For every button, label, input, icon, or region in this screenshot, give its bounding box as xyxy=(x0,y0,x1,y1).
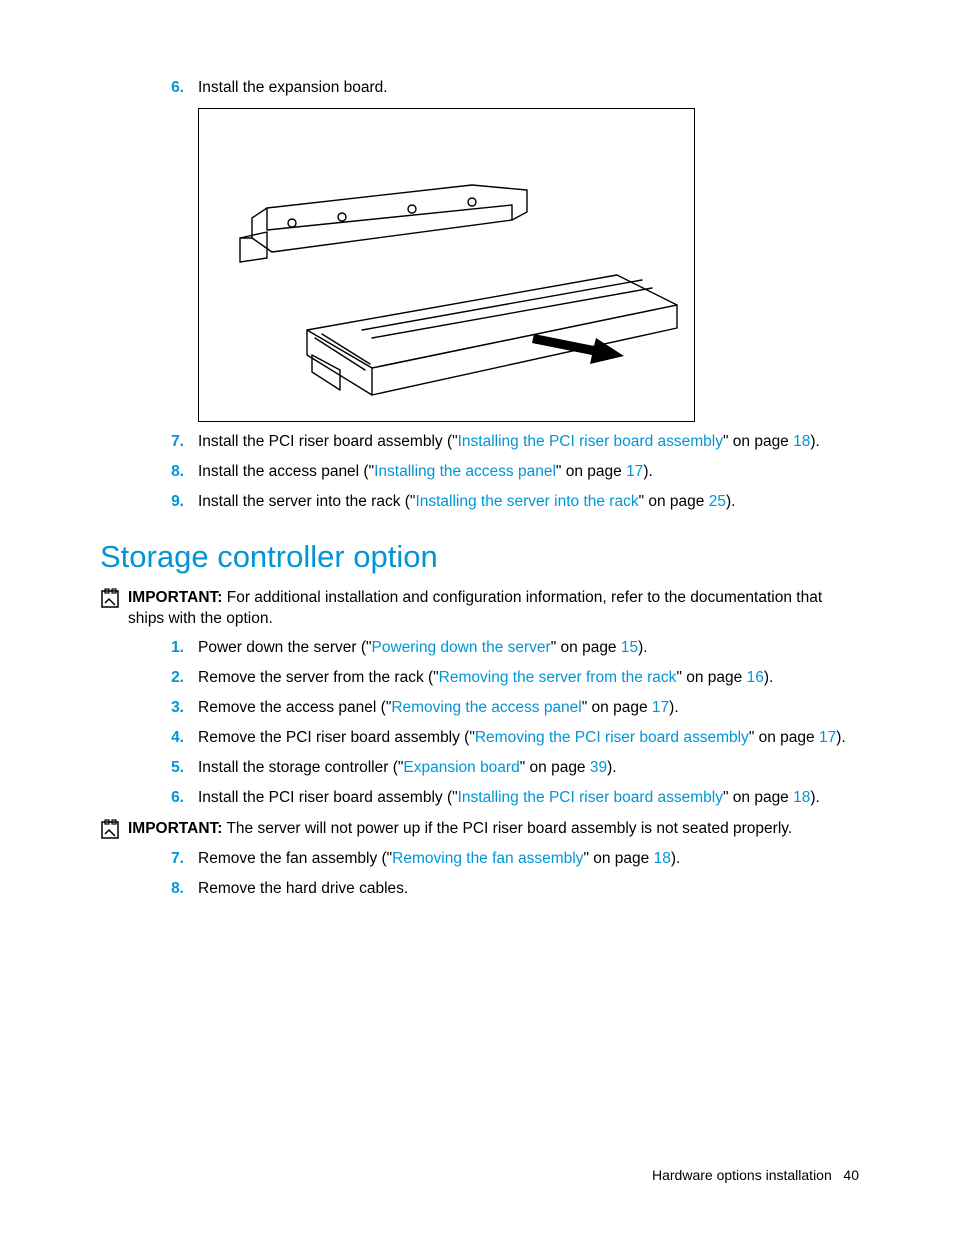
list-text: Install the PCI riser board assembly ("I… xyxy=(198,788,859,809)
cross-reference-link[interactable]: Removing the PCI riser board assembly xyxy=(475,729,749,746)
page-reference-link[interactable]: 18 xyxy=(793,789,810,806)
ordered-list-mid: 7. Install the PCI riser board assembly … xyxy=(146,432,859,513)
list-number: 8. xyxy=(146,879,198,900)
list-number: 4. xyxy=(146,728,198,749)
cross-reference-link[interactable]: Powering down the server xyxy=(372,639,551,656)
list-item: 9. Install the server into the rack ("In… xyxy=(146,492,859,513)
section-heading: Storage controller option xyxy=(100,539,859,575)
list-text: Power down the server ("Powering down th… xyxy=(198,638,859,659)
list-text: Install the expansion board. xyxy=(198,78,859,99)
page-reference-link[interactable]: 18 xyxy=(654,850,671,867)
page-reference-link[interactable]: 39 xyxy=(590,759,607,776)
list-number: 7. xyxy=(146,849,198,870)
list-item: 7. Install the PCI riser board assembly … xyxy=(146,432,859,453)
list-number: 6. xyxy=(146,788,198,809)
expansion-board-figure xyxy=(198,108,695,422)
page-reference-link[interactable]: 15 xyxy=(621,639,638,656)
list-item: 8. Install the access panel ("Installing… xyxy=(146,462,859,483)
list-item: 4. Remove the PCI riser board assembly (… xyxy=(146,728,859,749)
list-item: 8. Remove the hard drive cables. xyxy=(146,879,859,900)
cross-reference-link[interactable]: Installing the PCI riser board assembly xyxy=(458,789,723,806)
list-item: 6. Install the PCI riser board assembly … xyxy=(146,788,859,809)
list-item: 5. Install the storage controller ("Expa… xyxy=(146,758,859,779)
page-reference-link[interactable]: 17 xyxy=(819,729,836,746)
cross-reference-link[interactable]: Removing the server from the rack xyxy=(439,669,677,686)
list-number: 1. xyxy=(146,638,198,659)
list-number: 7. xyxy=(146,432,198,453)
cross-reference-link[interactable]: Installing the PCI riser board assembly xyxy=(458,433,723,450)
footer-section: Hardware options installation xyxy=(652,1167,832,1183)
document-page: 6. Install the expansion board. xyxy=(0,0,954,1235)
footer-page-number: 40 xyxy=(843,1167,859,1183)
list-text: Remove the hard drive cables. xyxy=(198,879,859,900)
page-reference-link[interactable]: 25 xyxy=(709,493,726,510)
note-label: IMPORTANT: xyxy=(128,820,222,837)
note-text: IMPORTANT: For additional installation a… xyxy=(128,587,859,630)
important-note: IMPORTANT: For additional installation a… xyxy=(100,587,859,630)
ordered-list-top: 6. Install the expansion board. xyxy=(146,78,859,99)
cross-reference-link[interactable]: Installing the server into the rack xyxy=(415,493,638,510)
list-number: 2. xyxy=(146,668,198,689)
page-footer: Hardware options installation 40 xyxy=(652,1167,859,1183)
page-reference-link[interactable]: 18 xyxy=(793,433,810,450)
list-text: Install the PCI riser board assembly ("I… xyxy=(198,432,859,453)
note-icon xyxy=(100,818,128,841)
note-icon xyxy=(100,587,128,630)
note-text: IMPORTANT: The server will not power up … xyxy=(128,818,859,841)
cross-reference-link[interactable]: Removing the fan assembly xyxy=(392,850,583,867)
page-reference-link[interactable]: 16 xyxy=(747,669,764,686)
list-text: Install the server into the rack ("Insta… xyxy=(198,492,859,513)
list-item: 7. Remove the fan assembly ("Removing th… xyxy=(146,849,859,870)
list-text: Install the access panel ("Installing th… xyxy=(198,462,859,483)
list-item: 1. Power down the server ("Powering down… xyxy=(146,638,859,659)
expansion-board-illustration xyxy=(212,120,682,410)
note-label: IMPORTANT: xyxy=(128,589,222,606)
list-text: Install the storage controller ("Expansi… xyxy=(198,758,859,779)
list-item: 3. Remove the access panel ("Removing th… xyxy=(146,698,859,719)
list-number: 9. xyxy=(146,492,198,513)
list-number: 5. xyxy=(146,758,198,779)
ordered-list-b: 7. Remove the fan assembly ("Removing th… xyxy=(146,849,859,900)
list-item: 2. Remove the server from the rack ("Rem… xyxy=(146,668,859,689)
ordered-list-a: 1. Power down the server ("Powering down… xyxy=(146,638,859,809)
list-number: 8. xyxy=(146,462,198,483)
page-reference-link[interactable]: 17 xyxy=(626,463,643,480)
page-reference-link[interactable]: 17 xyxy=(652,699,669,716)
list-text: Remove the fan assembly ("Removing the f… xyxy=(198,849,859,870)
list-text: Remove the PCI riser board assembly ("Re… xyxy=(198,728,859,749)
cross-reference-link[interactable]: Expansion board xyxy=(403,759,519,776)
list-number: 3. xyxy=(146,698,198,719)
important-note: IMPORTANT: The server will not power up … xyxy=(100,818,859,841)
list-item: 6. Install the expansion board. xyxy=(146,78,859,99)
list-number: 6. xyxy=(146,78,198,99)
cross-reference-link[interactable]: Removing the access panel xyxy=(391,699,581,716)
cross-reference-link[interactable]: Installing the access panel xyxy=(374,463,556,480)
list-text: Remove the access panel ("Removing the a… xyxy=(198,698,859,719)
list-text: Remove the server from the rack ("Removi… xyxy=(198,668,859,689)
